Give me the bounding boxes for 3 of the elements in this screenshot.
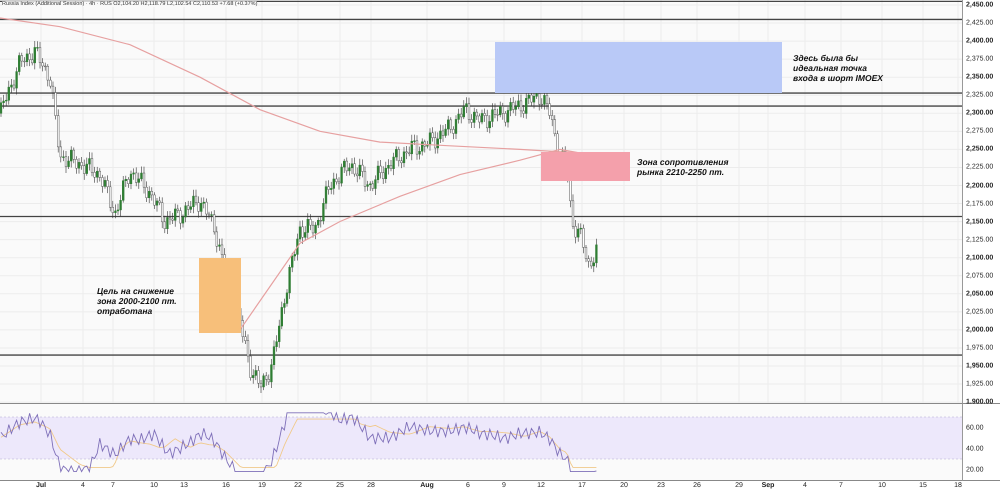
chart-annotation: Зона сопротивления рынка 2210-2250 пт. — [637, 157, 728, 177]
chart-annotation: Цель на снижение зона 2000-2100 пт. отработана — [97, 286, 177, 316]
chart-annotation: Здесь была бы идеальная точка входа в шорт IMOEX — [793, 53, 883, 83]
